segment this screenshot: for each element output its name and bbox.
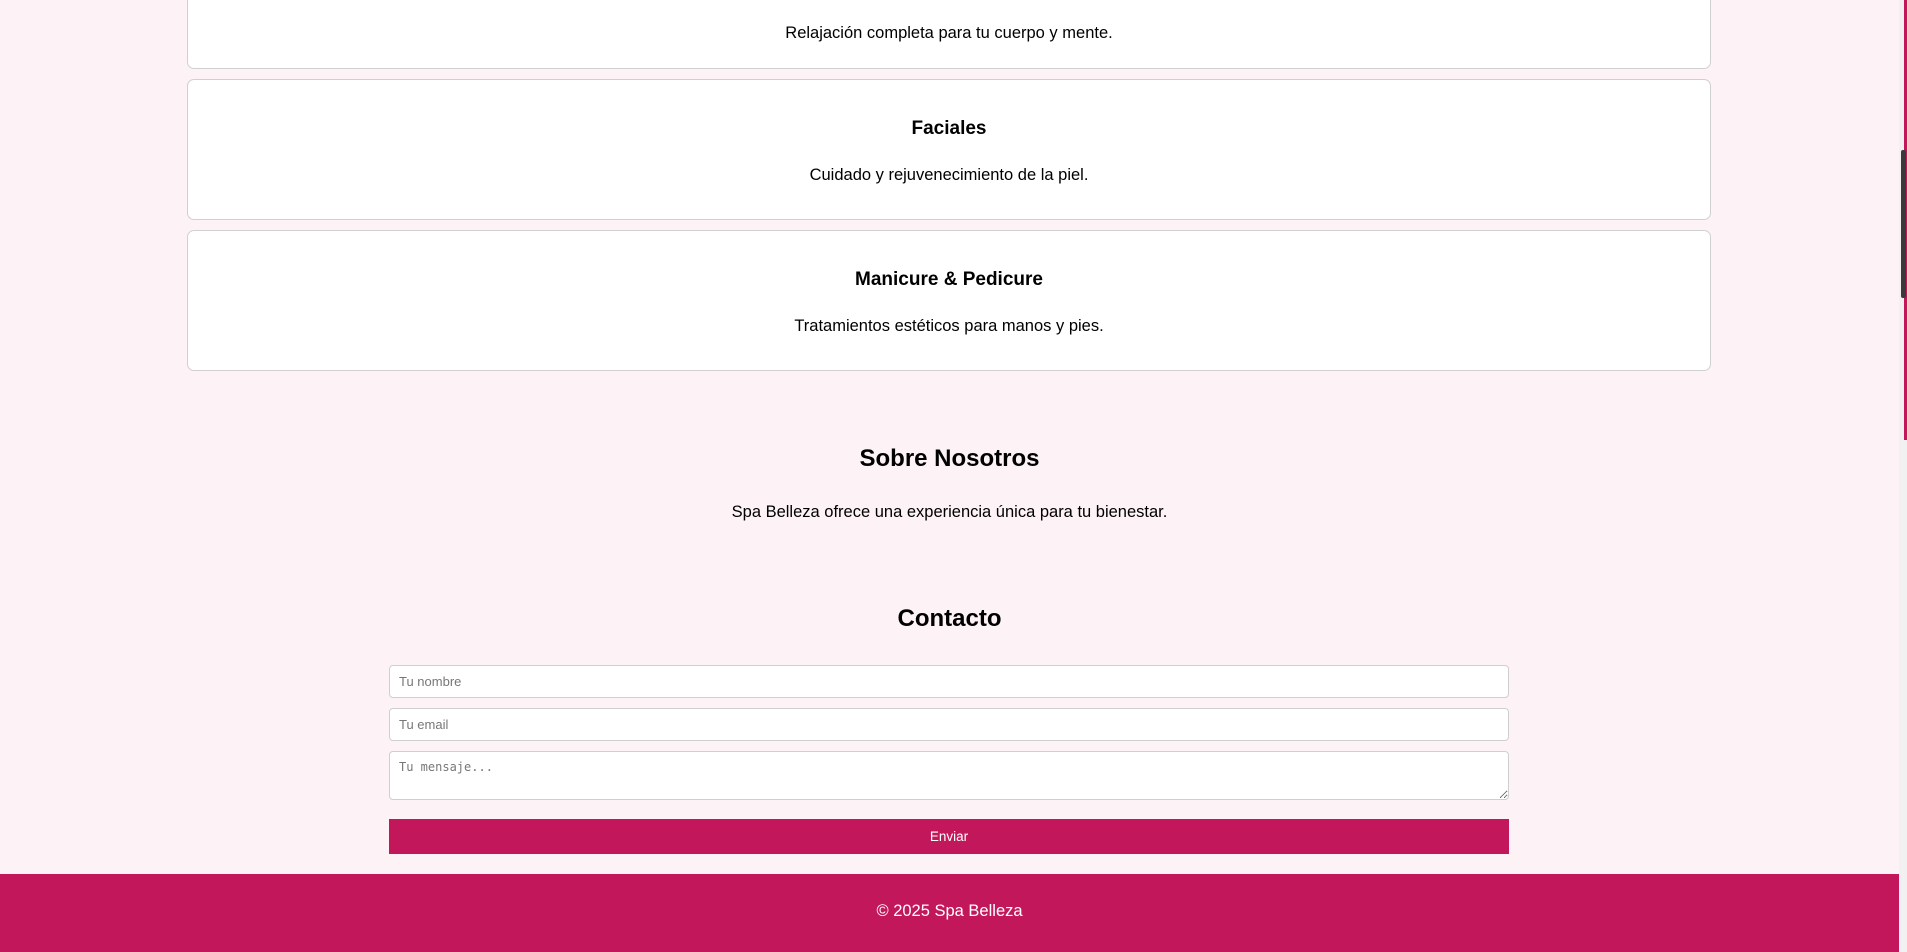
about-title: Sobre Nosotros [859,445,1040,472]
service-description: Relajación completa para tu cuerpo y men… [785,24,1113,42]
scrollbar-thumb[interactable] [1901,150,1906,298]
name-input[interactable] [389,665,1509,698]
service-card-manicure: Manicure & Pedicure Tratamientos estétic… [187,230,1711,371]
footer-copyright: © 2025 Spa Belleza [876,902,1023,920]
contact-title: Contacto [897,605,1002,632]
email-input[interactable] [389,708,1509,741]
service-title: Faciales [911,118,987,139]
send-button[interactable]: Enviar [389,819,1509,854]
footer: © 2025 Spa Belleza [0,874,1899,952]
service-card-faciales: Faciales Cuidado y rejuvenecimiento de l… [187,79,1711,220]
service-description: Cuidado y rejuvenecimiento de la piel. [809,166,1089,184]
service-description: Tratamientos estéticos para manos y pies… [794,317,1104,335]
about-text: Spa Belleza ofrece una experiencia única… [731,503,1168,521]
message-textarea[interactable] [389,751,1509,800]
service-card-massage: Relajación completa para tu cuerpo y men… [187,0,1711,69]
service-title: Manicure & Pedicure [855,269,1043,290]
page: Relajación completa para tu cuerpo y men… [0,0,1899,952]
